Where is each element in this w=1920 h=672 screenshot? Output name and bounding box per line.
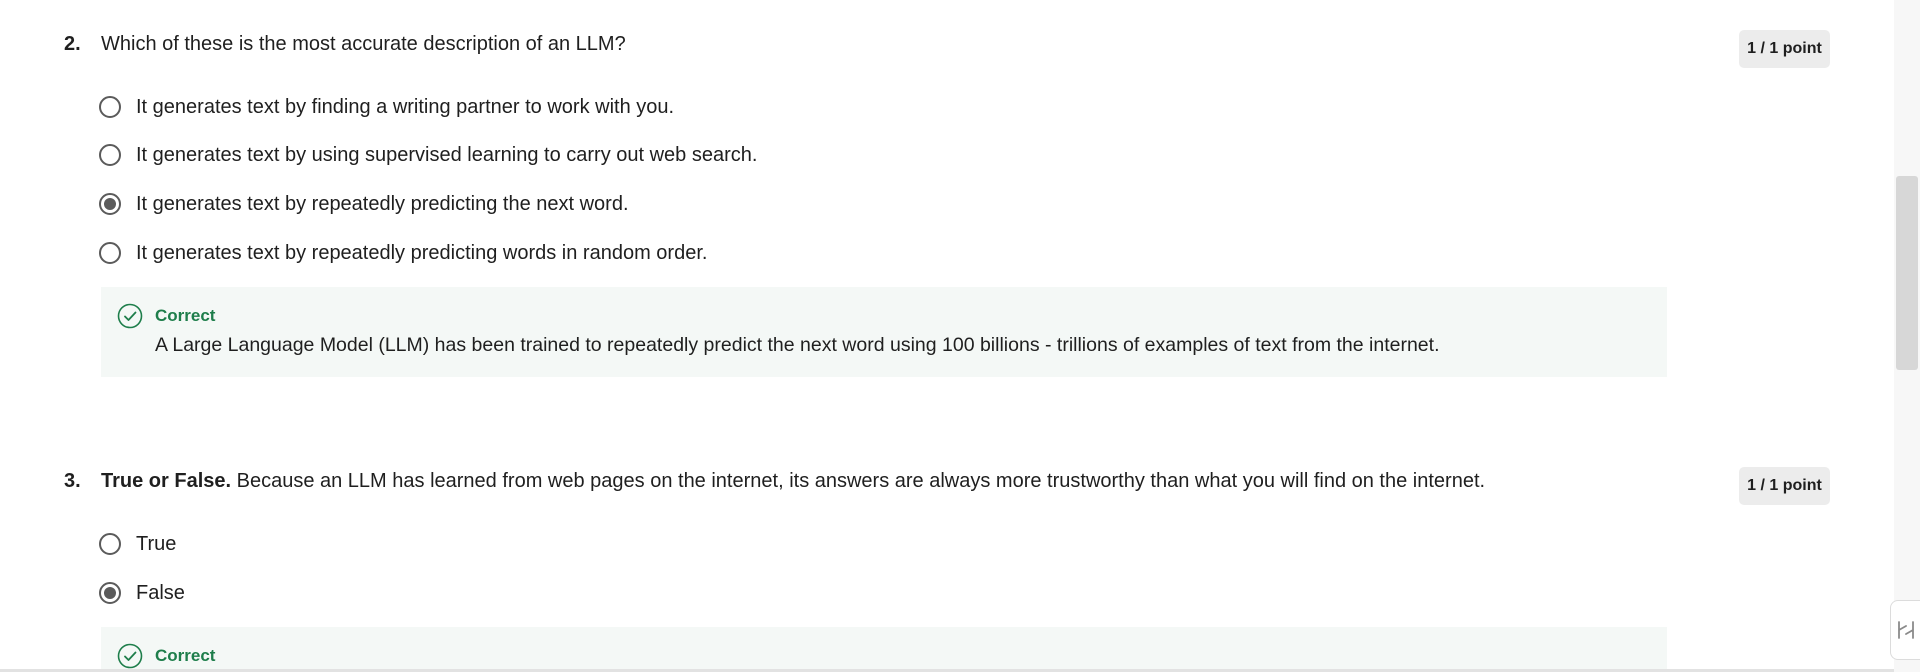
radio-button[interactable] <box>99 144 121 166</box>
option-label: False <box>136 581 185 604</box>
radio-button[interactable] <box>99 533 121 555</box>
option-label: It generates text by repeatedly predicti… <box>136 241 708 264</box>
scrollbar-thumb[interactable] <box>1896 176 1918 370</box>
answer-option[interactable]: It generates text by using supervised le… <box>99 140 757 170</box>
option-label: It generates text by repeatedly predicti… <box>136 192 629 215</box>
feedback-text: A Large Language Model (LLM) has been tr… <box>155 334 1440 356</box>
option-label: It generates text by finding a writing p… <box>136 95 675 118</box>
question-number: 2. <box>64 33 81 55</box>
feedback-widget-button[interactable] <box>1890 600 1920 660</box>
feedback-box: Correct <box>101 627 1667 672</box>
points-badge: 1 / 1 point <box>1739 467 1830 505</box>
answer-option-selected[interactable]: False <box>99 578 185 608</box>
feedback-widget-icon <box>1898 621 1914 639</box>
check-circle-icon <box>117 643 143 669</box>
answer-option[interactable]: It generates text by repeatedly predicti… <box>99 238 707 268</box>
radio-dot <box>104 198 116 210</box>
radio-button[interactable] <box>99 242 121 264</box>
radio-button[interactable] <box>99 96 121 118</box>
radio-button-selected[interactable] <box>99 582 121 604</box>
feedback-title: Correct <box>155 306 216 325</box>
option-label: True <box>136 532 177 555</box>
question-text-rest: Because an LLM has learned from web page… <box>231 470 1486 492</box>
answer-option-selected[interactable]: It generates text by repeatedly predicti… <box>99 189 629 219</box>
question-text-bold: True or False. <box>101 470 232 492</box>
option-label: It generates text by using supervised le… <box>136 143 758 166</box>
feedback-title: Correct <box>155 646 216 665</box>
answer-option[interactable]: True <box>99 529 176 559</box>
question-text: Which of these is the most accurate desc… <box>101 33 626 55</box>
question-number: 3. <box>64 470 81 492</box>
check-circle-icon <box>117 303 143 329</box>
feedback-box: Correct A Large Language Model (LLM) has… <box>101 287 1667 377</box>
question-text: True or False. Because an LLM has learne… <box>101 470 1661 493</box>
points-badge: 1 / 1 point <box>1739 30 1830 68</box>
radio-button-selected[interactable] <box>99 193 121 215</box>
answer-option[interactable]: It generates text by finding a writing p… <box>99 92 674 122</box>
radio-dot <box>104 587 116 599</box>
